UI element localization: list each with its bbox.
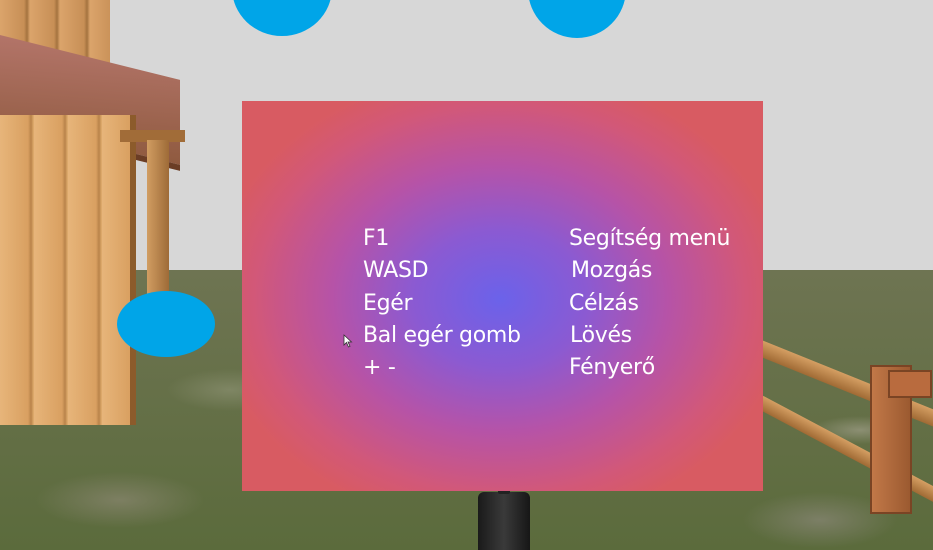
help-row-brightness: + - Fényerő	[242, 353, 763, 383]
mouse-cursor-icon	[343, 334, 353, 348]
help-key: F1	[363, 226, 390, 251]
wooden-house	[0, 0, 190, 430]
player-weapon	[478, 484, 530, 550]
wooden-fence	[756, 300, 933, 530]
help-row-aim: Egér Célzás	[242, 289, 763, 319]
help-key: + -	[363, 355, 396, 380]
help-row-shoot: Bal egér gomb Lövés	[242, 321, 763, 351]
house-wall	[0, 115, 136, 425]
help-row-movement: WASD Mozgás	[242, 256, 763, 286]
blue-marker	[117, 291, 215, 357]
help-menu-panel: F1 Segítség menü WASD Mozgás Egér Célzás…	[242, 101, 763, 491]
help-key: Bal egér gomb	[363, 323, 521, 348]
help-key: Egér	[363, 291, 413, 316]
help-action: Célzás	[569, 291, 639, 316]
help-row-help: F1 Segítség menü	[242, 224, 763, 254]
help-action: Lövés	[570, 323, 632, 348]
help-key: WASD	[363, 258, 429, 283]
fence-post-cap	[888, 370, 932, 398]
help-action: Mozgás	[571, 258, 653, 283]
help-action: Segítség menü	[569, 226, 731, 251]
help-action: Fényerő	[569, 355, 655, 380]
